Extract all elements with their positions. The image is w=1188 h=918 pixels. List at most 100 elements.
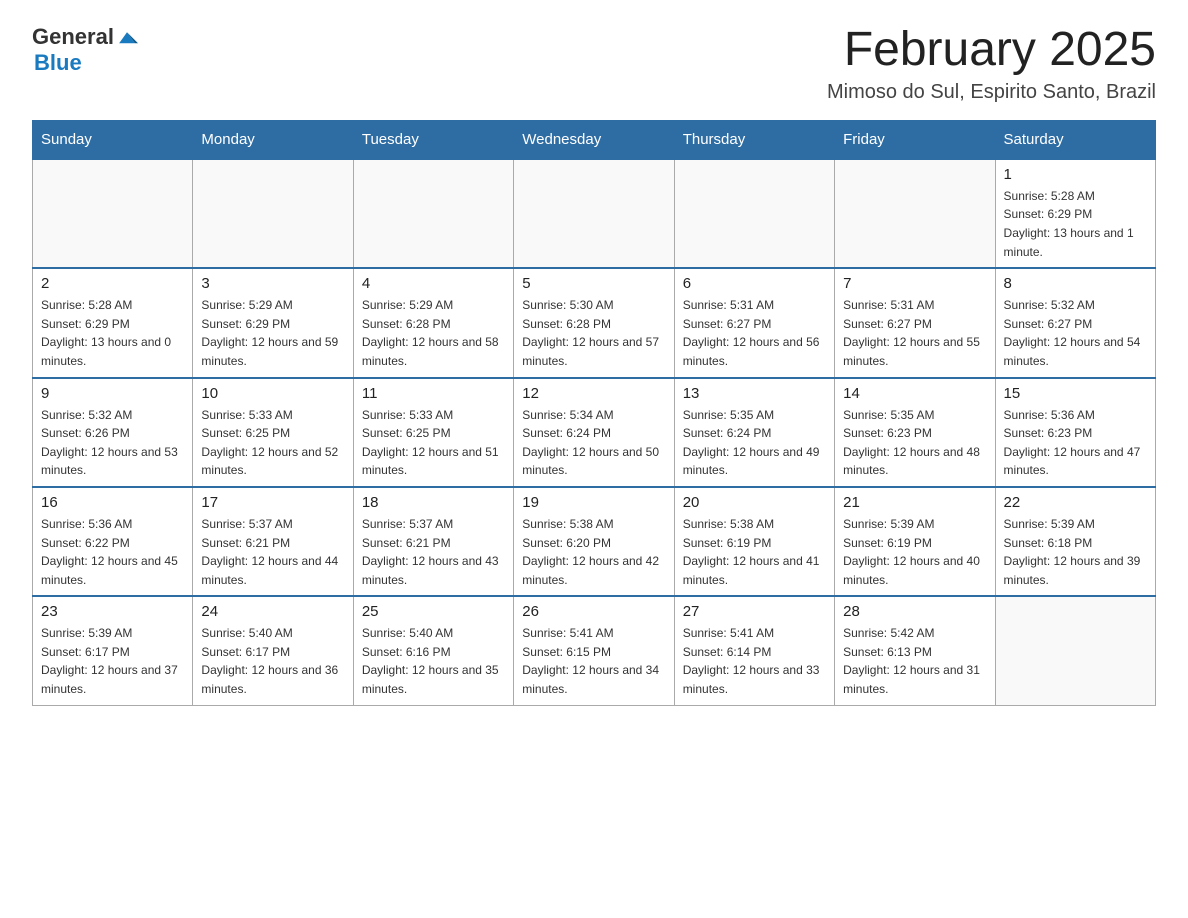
calendar-cell: 11 Sunrise: 5:33 AMSunset: 6:25 PMDayligh… xyxy=(353,378,513,487)
day-number: 16 xyxy=(41,494,184,511)
day-number: 18 xyxy=(362,494,505,511)
calendar-table: SundayMondayTuesdayWednesdayThursdayFrid… xyxy=(32,120,1156,706)
day-info: Sunrise: 5:39 AMSunset: 6:17 PMDaylight:… xyxy=(41,624,184,698)
month-title: February 2025 xyxy=(827,24,1156,77)
calendar-cell: 7 Sunrise: 5:31 AMSunset: 6:27 PMDaylight… xyxy=(835,268,995,377)
calendar-cell: 24 Sunrise: 5:40 AMSunset: 6:17 PMDayligh… xyxy=(193,596,353,705)
location-title: Mimoso do Sul, Espirito Santo, Brazil xyxy=(827,81,1156,104)
page-header: General Blue February 2025 Mimoso do Sul… xyxy=(32,24,1156,104)
day-info: Sunrise: 5:34 AMSunset: 6:24 PMDaylight:… xyxy=(522,406,665,480)
logo-icon xyxy=(116,26,138,48)
calendar-cell: 13 Sunrise: 5:35 AMSunset: 6:24 PMDayligh… xyxy=(674,378,834,487)
day-number: 19 xyxy=(522,494,665,511)
calendar-cell xyxy=(995,596,1155,705)
day-number: 12 xyxy=(522,385,665,402)
day-info: Sunrise: 5:35 AMSunset: 6:24 PMDaylight:… xyxy=(683,406,826,480)
day-info: Sunrise: 5:36 AMSunset: 6:23 PMDaylight:… xyxy=(1004,406,1147,480)
day-info: Sunrise: 5:31 AMSunset: 6:27 PMDaylight:… xyxy=(843,296,986,370)
calendar-cell: 27 Sunrise: 5:41 AMSunset: 6:14 PMDayligh… xyxy=(674,596,834,705)
day-info: Sunrise: 5:32 AMSunset: 6:27 PMDaylight:… xyxy=(1004,296,1147,370)
day-info: Sunrise: 5:37 AMSunset: 6:21 PMDaylight:… xyxy=(201,515,344,589)
day-info: Sunrise: 5:36 AMSunset: 6:22 PMDaylight:… xyxy=(41,515,184,589)
day-number: 22 xyxy=(1004,494,1147,511)
day-number: 7 xyxy=(843,275,986,292)
day-number: 27 xyxy=(683,603,826,620)
calendar-cell: 2 Sunrise: 5:28 AMSunset: 6:29 PMDaylight… xyxy=(33,268,193,377)
day-of-week-header: Thursday xyxy=(674,120,834,159)
day-number: 2 xyxy=(41,275,184,292)
calendar-cell xyxy=(193,159,353,268)
day-of-week-header: Sunday xyxy=(33,120,193,159)
day-number: 4 xyxy=(362,275,505,292)
day-info: Sunrise: 5:40 AMSunset: 6:16 PMDaylight:… xyxy=(362,624,505,698)
calendar-cell: 19 Sunrise: 5:38 AMSunset: 6:20 PMDayligh… xyxy=(514,487,674,596)
day-number: 26 xyxy=(522,603,665,620)
logo-general: General xyxy=(32,24,114,50)
calendar-cell: 25 Sunrise: 5:40 AMSunset: 6:16 PMDayligh… xyxy=(353,596,513,705)
calendar-cell: 17 Sunrise: 5:37 AMSunset: 6:21 PMDayligh… xyxy=(193,487,353,596)
day-info: Sunrise: 5:38 AMSunset: 6:20 PMDaylight:… xyxy=(522,515,665,589)
day-info: Sunrise: 5:40 AMSunset: 6:17 PMDaylight:… xyxy=(201,624,344,698)
day-info: Sunrise: 5:37 AMSunset: 6:21 PMDaylight:… xyxy=(362,515,505,589)
calendar-cell: 16 Sunrise: 5:36 AMSunset: 6:22 PMDayligh… xyxy=(33,487,193,596)
calendar-cell: 23 Sunrise: 5:39 AMSunset: 6:17 PMDayligh… xyxy=(33,596,193,705)
day-info: Sunrise: 5:41 AMSunset: 6:14 PMDaylight:… xyxy=(683,624,826,698)
day-info: Sunrise: 5:31 AMSunset: 6:27 PMDaylight:… xyxy=(683,296,826,370)
day-info: Sunrise: 5:41 AMSunset: 6:15 PMDaylight:… xyxy=(522,624,665,698)
calendar-cell: 6 Sunrise: 5:31 AMSunset: 6:27 PMDaylight… xyxy=(674,268,834,377)
calendar-cell xyxy=(835,159,995,268)
calendar-cell: 15 Sunrise: 5:36 AMSunset: 6:23 PMDayligh… xyxy=(995,378,1155,487)
calendar-cell: 3 Sunrise: 5:29 AMSunset: 6:29 PMDaylight… xyxy=(193,268,353,377)
day-number: 23 xyxy=(41,603,184,620)
calendar-cell: 5Sunrise: 5:30 AMSunset: 6:28 PMDaylight… xyxy=(514,268,674,377)
calendar-cell xyxy=(674,159,834,268)
calendar-cell: 12 Sunrise: 5:34 AMSunset: 6:24 PMDayligh… xyxy=(514,378,674,487)
day-number: 17 xyxy=(201,494,344,511)
day-info: Sunrise: 5:28 AMSunset: 6:29 PMDaylight:… xyxy=(1004,187,1147,261)
day-number: 20 xyxy=(683,494,826,511)
logo-blue: Blue xyxy=(34,50,82,76)
calendar-cell: 1 Sunrise: 5:28 AMSunset: 6:29 PMDaylight… xyxy=(995,159,1155,268)
day-of-week-header: Wednesday xyxy=(514,120,674,159)
day-info: Sunrise: 5:29 AMSunset: 6:28 PMDaylight:… xyxy=(362,296,505,370)
day-of-week-header: Monday xyxy=(193,120,353,159)
day-info: Sunrise: 5:38 AMSunset: 6:19 PMDaylight:… xyxy=(683,515,826,589)
calendar-cell: 14Sunrise: 5:35 AMSunset: 6:23 PMDayligh… xyxy=(835,378,995,487)
day-of-week-header: Tuesday xyxy=(353,120,513,159)
day-info: Sunrise: 5:39 AMSunset: 6:19 PMDaylight:… xyxy=(843,515,986,589)
day-info: Sunrise: 5:39 AMSunset: 6:18 PMDaylight:… xyxy=(1004,515,1147,589)
day-of-week-header: Saturday xyxy=(995,120,1155,159)
day-number: 13 xyxy=(683,385,826,402)
day-number: 11 xyxy=(362,385,505,402)
day-number: 14 xyxy=(843,385,986,402)
day-info: Sunrise: 5:28 AMSunset: 6:29 PMDaylight:… xyxy=(41,296,184,370)
day-number: 1 xyxy=(1004,166,1147,183)
title-block: February 2025 Mimoso do Sul, Espirito Sa… xyxy=(827,24,1156,104)
day-info: Sunrise: 5:33 AMSunset: 6:25 PMDaylight:… xyxy=(362,406,505,480)
day-info: Sunrise: 5:42 AMSunset: 6:13 PMDaylight:… xyxy=(843,624,986,698)
logo: General Blue xyxy=(32,24,138,76)
day-info: Sunrise: 5:32 AMSunset: 6:26 PMDaylight:… xyxy=(41,406,184,480)
day-number: 21 xyxy=(843,494,986,511)
day-number: 5 xyxy=(522,275,665,292)
day-info: Sunrise: 5:29 AMSunset: 6:29 PMDaylight:… xyxy=(201,296,344,370)
calendar-cell: 9 Sunrise: 5:32 AMSunset: 6:26 PMDaylight… xyxy=(33,378,193,487)
calendar-cell: 26 Sunrise: 5:41 AMSunset: 6:15 PMDayligh… xyxy=(514,596,674,705)
day-number: 15 xyxy=(1004,385,1147,402)
day-number: 25 xyxy=(362,603,505,620)
day-number: 24 xyxy=(201,603,344,620)
calendar-cell: 10 Sunrise: 5:33 AMSunset: 6:25 PMDayligh… xyxy=(193,378,353,487)
calendar-cell: 20 Sunrise: 5:38 AMSunset: 6:19 PMDayligh… xyxy=(674,487,834,596)
calendar-cell: 28 Sunrise: 5:42 AMSunset: 6:13 PMDayligh… xyxy=(835,596,995,705)
calendar-cell: 4 Sunrise: 5:29 AMSunset: 6:28 PMDaylight… xyxy=(353,268,513,377)
day-number: 6 xyxy=(683,275,826,292)
calendar-cell xyxy=(514,159,674,268)
day-number: 28 xyxy=(843,603,986,620)
calendar-cell: 22 Sunrise: 5:39 AMSunset: 6:18 PMDayligh… xyxy=(995,487,1155,596)
day-number: 10 xyxy=(201,385,344,402)
day-number: 9 xyxy=(41,385,184,402)
day-number: 3 xyxy=(201,275,344,292)
day-of-week-header: Friday xyxy=(835,120,995,159)
day-info: Sunrise: 5:33 AMSunset: 6:25 PMDaylight:… xyxy=(201,406,344,480)
calendar-cell xyxy=(353,159,513,268)
